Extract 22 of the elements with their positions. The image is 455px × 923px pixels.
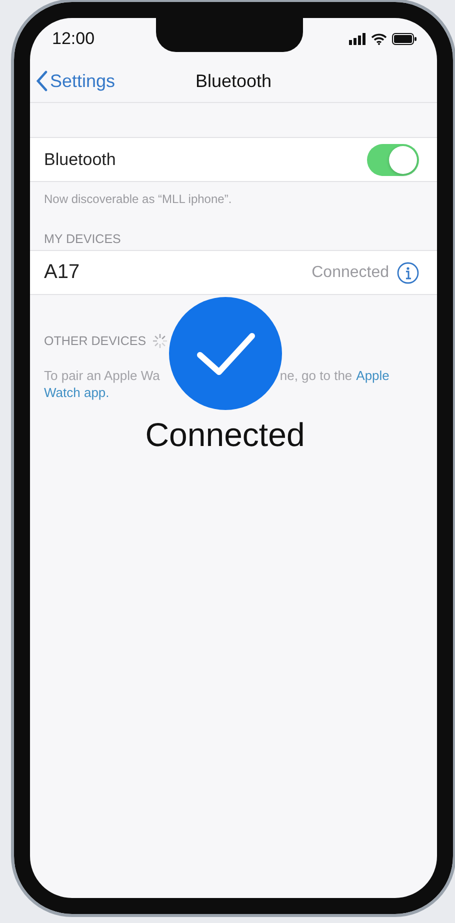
battery-icon <box>392 33 417 45</box>
device-row[interactable]: A17 Connected <box>30 250 437 295</box>
status-time: 12:00 <box>52 29 95 49</box>
info-icon[interactable] <box>397 262 419 284</box>
discoverable-note: Now discoverable as “MLL iphone”. <box>43 191 233 206</box>
watch-app-link[interactable]: Apple <box>356 367 390 384</box>
device-status: Connected <box>312 264 389 282</box>
pairing-hint: To pair an Apple Wa <box>44 367 160 384</box>
checkmark-icon <box>194 330 256 376</box>
chevron-left-icon[interactable] <box>36 70 48 92</box>
device-name: A17 <box>44 261 80 284</box>
section-header: OTHER DEVICES <box>44 334 146 348</box>
watch-app-link[interactable]: Watch app. <box>44 384 110 401</box>
pairing-hint: ne, go to the <box>280 367 352 384</box>
page-title: Bluetooth <box>195 70 272 92</box>
back-link[interactable]: Settings <box>36 70 116 92</box>
bluetooth-toggle[interactable] <box>367 144 419 176</box>
section-header: MY DEVICES <box>44 232 121 246</box>
bluetooth-label: Bluetooth <box>44 150 116 170</box>
connected-message: Connected <box>144 416 306 454</box>
wifi-icon <box>371 33 387 45</box>
signal-icon <box>349 33 366 45</box>
